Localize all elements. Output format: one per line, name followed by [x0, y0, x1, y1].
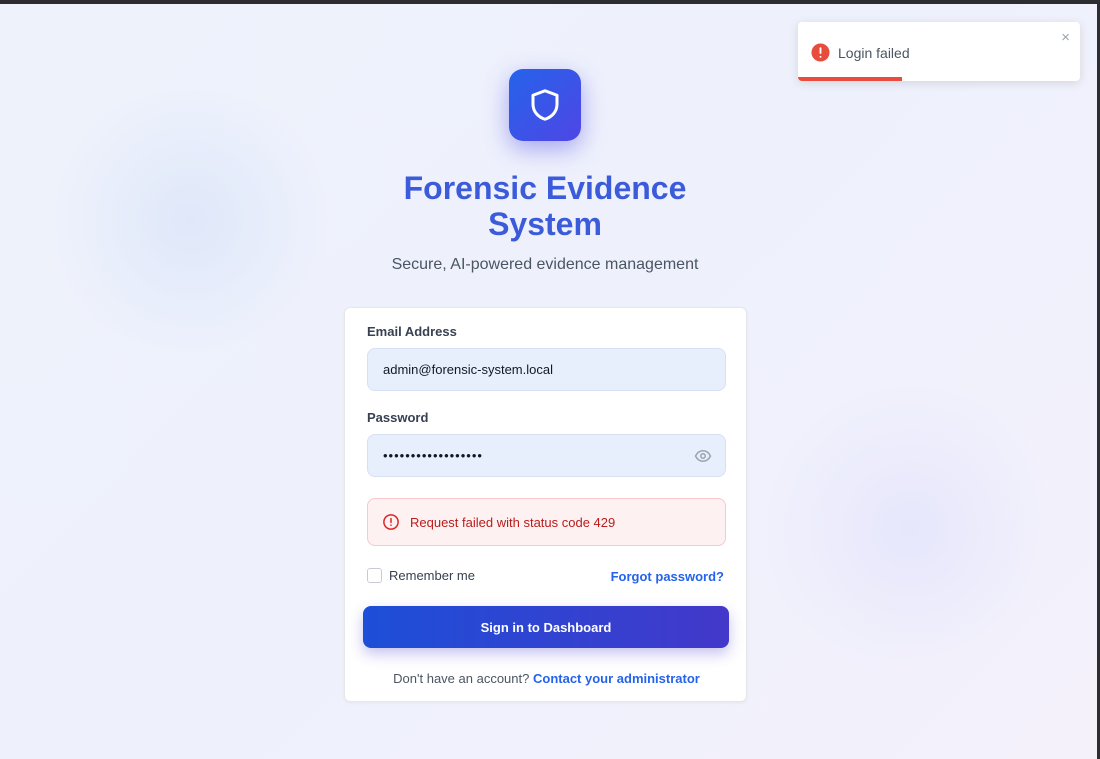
remember-checkbox[interactable] [367, 568, 382, 583]
background-glow [40, 90, 340, 350]
app-logo [509, 69, 581, 141]
toast-progress-bar [798, 77, 903, 81]
remember-me[interactable]: Remember me [367, 568, 475, 583]
forgot-password-link[interactable]: Forgot password? [611, 569, 724, 584]
error-icon [811, 43, 830, 62]
login-card: Email Address admin@forensic-system.loca… [344, 307, 747, 702]
toast-notification: Login failed × [798, 22, 1080, 81]
error-message: Request failed with status code 429 [410, 514, 616, 530]
shield-icon [531, 89, 559, 121]
password-field[interactable]: •••••••••••••••••• [367, 434, 726, 477]
alert-circle-icon [383, 514, 399, 530]
page-title: Forensic Evidence System [403, 170, 687, 242]
password-label: Password [367, 410, 429, 425]
email-field[interactable]: admin@forensic-system.local [367, 348, 726, 391]
toast-message: Login failed [838, 45, 910, 61]
account-help: Don't have an account? Contact your admi… [345, 671, 748, 686]
page-subtitle: Secure, AI-powered evidence management [391, 256, 699, 273]
email-label: Email Address [367, 324, 457, 339]
error-alert: Request failed with status code 429 [367, 498, 726, 546]
contact-admin-link[interactable]: Contact your administrator [533, 671, 700, 686]
email-value: admin@forensic-system.local [383, 362, 553, 377]
background-glow [760, 380, 1060, 680]
account-help-text: Don't have an account? [393, 671, 530, 686]
remember-label: Remember me [389, 568, 475, 583]
password-value: •••••••••••••••••• [383, 448, 483, 463]
eye-icon[interactable] [693, 447, 713, 465]
close-icon[interactable]: × [1061, 30, 1070, 45]
window-top-border [0, 0, 1100, 4]
sign-in-button[interactable]: Sign in to Dashboard [363, 606, 729, 648]
